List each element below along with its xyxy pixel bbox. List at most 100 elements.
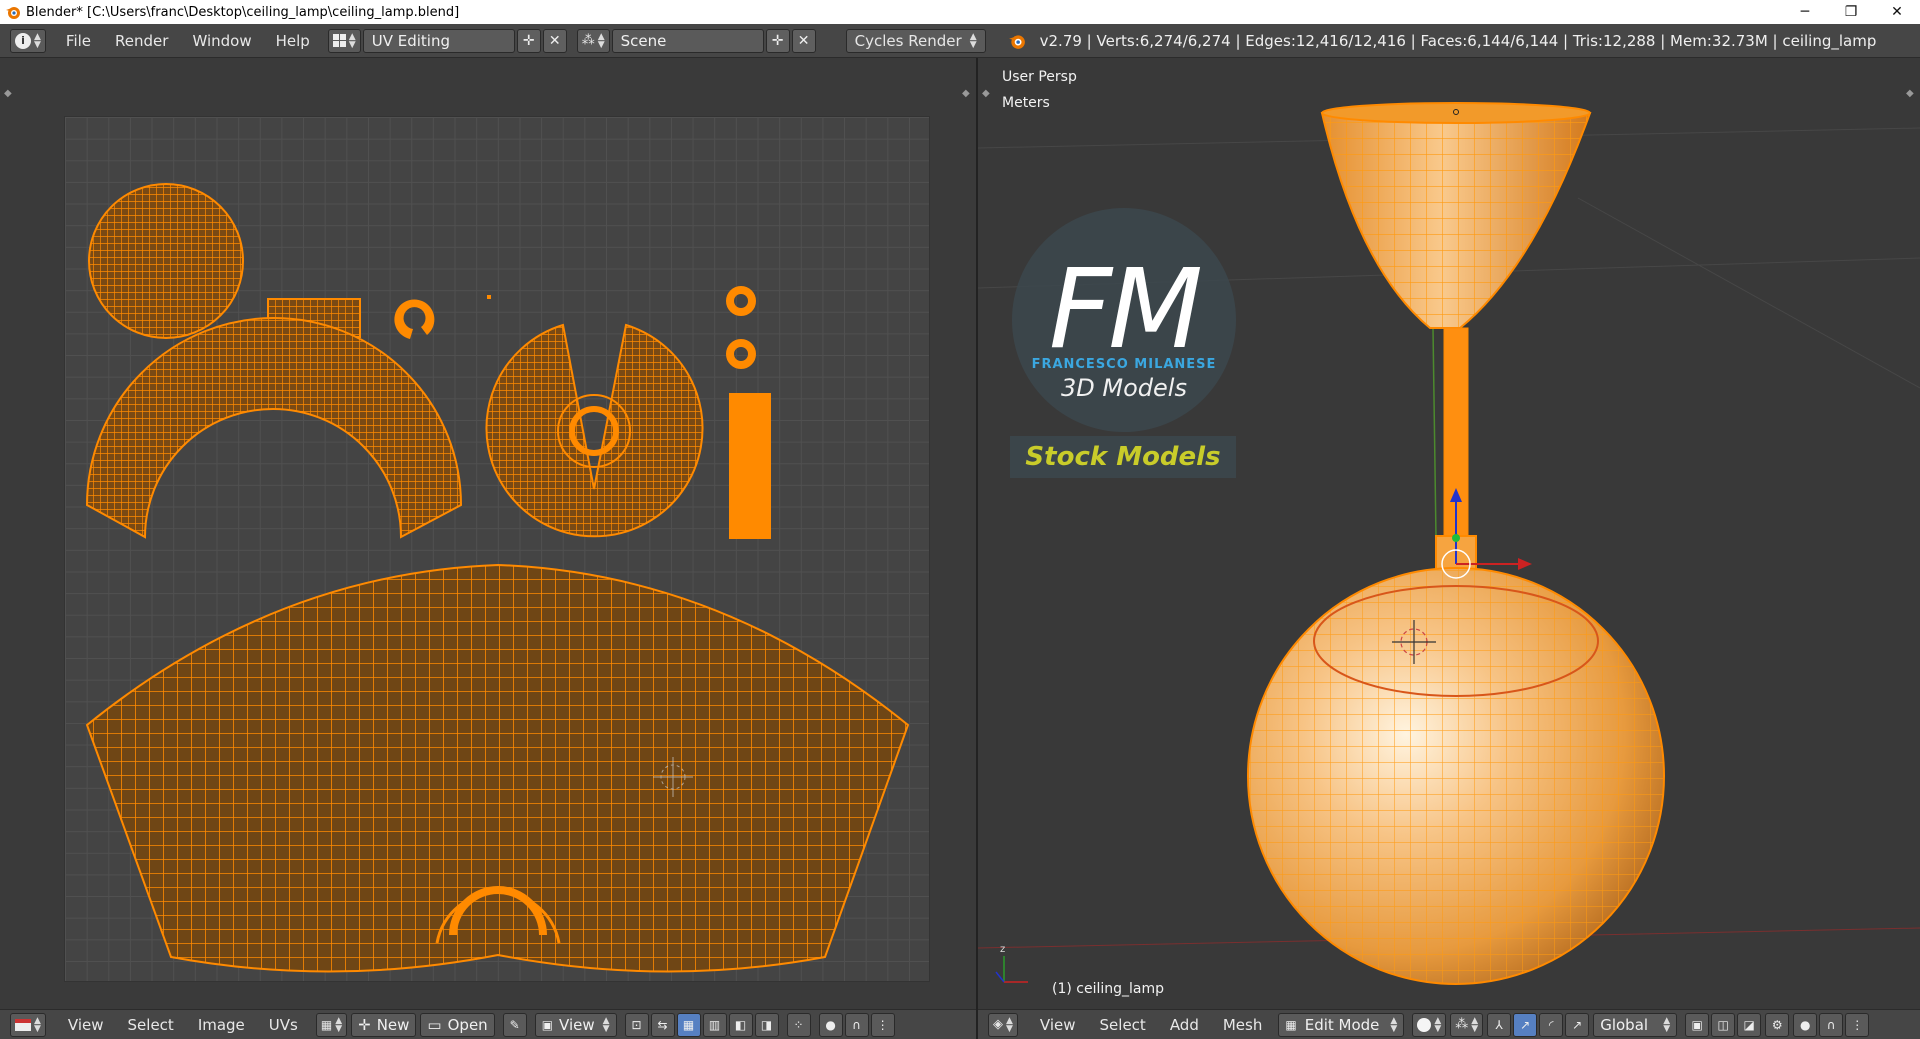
scale-manipulator-button[interactable]: ↗	[1565, 1012, 1590, 1037]
uv-island-pac-disc	[485, 323, 704, 538]
scene-icon: ⁂	[581, 33, 595, 48]
dropdown-arrows-icon: ▲ ▼	[1663, 1015, 1671, 1034]
vertex-select-icon: ▦	[682, 1017, 695, 1032]
sticky-select-button[interactable]: ⁘	[786, 1012, 811, 1037]
scene-type-button[interactable]: ⁂ ▲ ▼	[576, 28, 610, 53]
magnet-icon: ∩	[852, 1017, 861, 1032]
vertex-select-mode-button[interactable]: ▦	[676, 1012, 701, 1037]
island-select-mode-button[interactable]: ◨	[754, 1012, 779, 1037]
pivot-icon: ⊡	[631, 1017, 642, 1032]
view-mode-icon: ▣	[541, 1017, 554, 1032]
menu-window[interactable]: Window	[180, 32, 263, 50]
shading-select[interactable]: ▲ ▼	[1412, 1012, 1447, 1037]
transform-orientation-select[interactable]: Global ▲ ▼	[1593, 1012, 1678, 1037]
pivot-select[interactable]: ⊡	[624, 1012, 649, 1037]
uv-grid-canvas[interactable]	[64, 116, 930, 982]
interaction-mode-label: Edit Mode	[1304, 1015, 1380, 1034]
watermark-tag-text: Stock Models	[1025, 442, 1221, 472]
uv-editor-header: ▲ ▼ View Select Image UVs ▦ ▲ ▼ ✛ New ▭ Op…	[0, 1009, 976, 1039]
add-scene-button[interactable]: ✛	[765, 28, 790, 53]
proportional-edit-icon: ●	[1799, 1017, 1811, 1032]
uv-island-dot	[487, 295, 491, 299]
uv-menu-view[interactable]: View	[56, 1016, 116, 1034]
minimize-button[interactable]: ─	[1782, 0, 1828, 24]
open-image-button[interactable]: ▭ Open	[420, 1012, 495, 1037]
layout-grid-icon	[332, 34, 346, 47]
snap-toggle-button-3d[interactable]: ∩	[1819, 1012, 1844, 1037]
area-corner-icon[interactable]: ◆	[4, 88, 12, 99]
manipulator-icon: ⅄	[1495, 1017, 1503, 1032]
delete-layout-button[interactable]: ✕	[542, 28, 567, 53]
view-mode-label: View	[559, 1015, 595, 1034]
image-browse-icon: ▦	[320, 1017, 333, 1032]
3d-viewport-header: ◈ ▲ ▼ View Select Add Mesh ▦ Edit Mode ▲ ▼…	[978, 1009, 1920, 1039]
layout-type-button[interactable]: ▲ ▼	[327, 28, 361, 53]
pin-image-button[interactable]: ✎	[502, 1012, 527, 1037]
dropdown-arrows-icon: ▲ ▼	[34, 1015, 41, 1034]
proportional-edit-button[interactable]: ●	[818, 1012, 843, 1037]
dropdown-arrows-icon: ▲ ▼	[602, 1015, 610, 1034]
delete-scene-button[interactable]: ✕	[791, 28, 816, 53]
scene-name-field[interactable]: Scene	[611, 28, 764, 53]
3d-viewport[interactable]: ◆ ◆ User Persp Meters z FM FRANCESCO MIL…	[978, 58, 1920, 1009]
area-corner-icon[interactable]: ◆	[962, 88, 970, 99]
image-browse-button[interactable]: ▦ ▲ ▼	[315, 1012, 348, 1037]
snap-toggle-button[interactable]: ∩	[844, 1012, 869, 1037]
new-image-label: New	[376, 1015, 410, 1034]
rotate-icon: ◜	[1548, 1017, 1554, 1032]
editor-type-image-button[interactable]: ▲ ▼	[10, 1012, 46, 1037]
translate-manipulator-button[interactable]: ↗	[1513, 1012, 1538, 1037]
dropdown-arrows-icon: ▲ ▼	[1434, 1015, 1442, 1034]
scale-icon: ↗	[1572, 1017, 1583, 1032]
plus-icon: ✛	[771, 32, 784, 49]
plus-icon: ✛	[358, 1015, 371, 1034]
transform-orientation-label: Global	[1600, 1015, 1649, 1034]
limit-selection-toggle[interactable]: ⚙	[1765, 1012, 1790, 1037]
view-mode-select[interactable]: ▣ View ▲ ▼	[534, 1012, 617, 1037]
limit-selection-icon: ⚙	[1771, 1017, 1783, 1032]
snap-element-icon: ⋮	[1851, 1017, 1864, 1032]
rotate-manipulator-button[interactable]: ◜	[1539, 1012, 1564, 1037]
maximize-button[interactable]: ❐	[1828, 0, 1874, 24]
pivot-point-icon: ⁂	[1455, 1017, 1469, 1032]
3d-menu-mesh[interactable]: Mesh	[1211, 1016, 1275, 1034]
new-image-button[interactable]: ✛ New	[351, 1012, 417, 1037]
active-object-label: (1) ceiling_lamp	[1052, 981, 1165, 997]
close-icon: ✕	[548, 32, 561, 49]
menu-help[interactable]: Help	[264, 32, 322, 50]
render-engine-select[interactable]: Cycles Render ▲ ▼	[845, 28, 986, 53]
translate-icon: ↗	[1520, 1017, 1531, 1032]
uv-menu-uvs[interactable]: UVs	[257, 1016, 310, 1034]
menu-render[interactable]: Render	[103, 32, 180, 50]
manipulator-toggle[interactable]: ⅄	[1487, 1012, 1512, 1037]
vertex-select-mode-button-3d[interactable]: ▣	[1685, 1012, 1710, 1037]
uv-menu-image[interactable]: Image	[186, 1016, 257, 1034]
watermark-brand: FRANCESCO MILANESE	[1031, 356, 1217, 372]
layout-name-field[interactable]: UV Editing	[362, 28, 515, 53]
snap-element-button-3d[interactable]: ⋮	[1845, 1012, 1870, 1037]
menu-file[interactable]: File	[54, 32, 103, 50]
interaction-mode-select[interactable]: ▦ Edit Mode ▲ ▼	[1278, 1012, 1405, 1037]
uv-island-ring	[394, 299, 435, 339]
3d-menu-add[interactable]: Add	[1158, 1016, 1211, 1034]
snap-element-button[interactable]: ⋮	[870, 1012, 895, 1037]
proportional-edit-button-3d[interactable]: ●	[1793, 1012, 1818, 1037]
editor-type-3d-button[interactable]: ◈ ▲ ▼	[988, 1012, 1018, 1037]
3d-menu-view[interactable]: View	[1028, 1016, 1088, 1034]
close-button[interactable]: ✕	[1874, 0, 1920, 24]
watermark-tag: Stock Models	[1010, 436, 1236, 478]
uv-image-editor[interactable]: ◆ ◆	[0, 58, 976, 1009]
uv-islands	[85, 183, 910, 973]
sync-selection-toggle[interactable]: ⇆	[650, 1012, 675, 1037]
uv-island-rod	[729, 393, 771, 539]
face-select-mode-button-3d[interactable]: ◪	[1737, 1012, 1762, 1037]
add-layout-button[interactable]: ✛	[516, 28, 541, 53]
editor-type-info-button[interactable]: i ▲ ▼	[10, 28, 46, 53]
edge-select-mode-button[interactable]: ▥	[702, 1012, 727, 1037]
face-select-mode-button[interactable]: ◧	[728, 1012, 753, 1037]
edge-select-mode-button-3d[interactable]: ◫	[1711, 1012, 1736, 1037]
uv-menu-select[interactable]: Select	[116, 1016, 186, 1034]
pivot-point-select[interactable]: ⁂ ▲ ▼	[1450, 1012, 1484, 1037]
3d-menu-select[interactable]: Select	[1088, 1016, 1158, 1034]
blender-status-icon	[1008, 32, 1026, 50]
